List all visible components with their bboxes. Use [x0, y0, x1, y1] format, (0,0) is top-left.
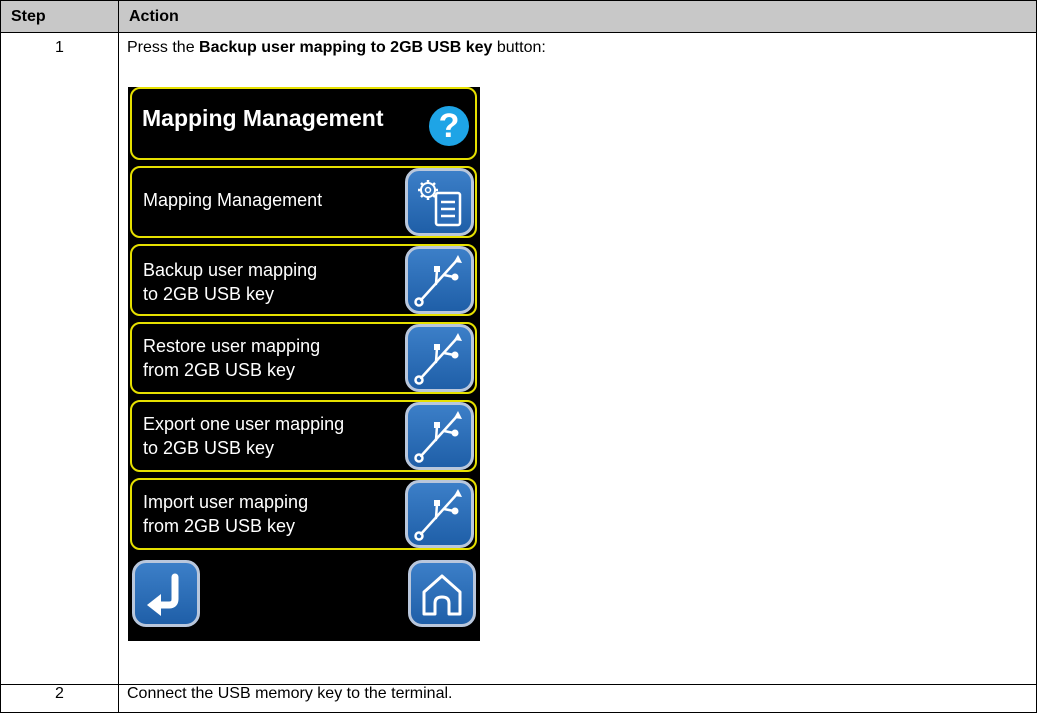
menu-item-label-line2: from 2GB USB key	[143, 516, 296, 536]
step-action: Connect the USB memory key to the termin…	[118, 684, 1037, 713]
settings-list-icon	[418, 180, 462, 227]
screen-header: Mapping Management ?	[130, 87, 477, 160]
mapping-management-button[interactable]	[405, 168, 474, 236]
action-text-suffix: button:	[492, 39, 546, 56]
home-icon	[422, 574, 462, 616]
question-icon[interactable]: ?	[429, 106, 469, 146]
import-usb-button[interactable]	[405, 480, 474, 548]
menu-item-export[interactable]: Export one user mapping to 2GB USB key	[130, 400, 477, 472]
terminal-screen: Mapping Management ? Mapping Management	[128, 87, 480, 641]
table-header-row: Step Action	[0, 0, 1037, 33]
menu-item-label-line1: Backup user mapping	[143, 260, 318, 280]
menu-item-label-line1: Restore user mapping	[143, 336, 321, 356]
menu-item-backup[interactable]: Backup user mapping to 2GB USB key	[130, 244, 477, 316]
restore-usb-button[interactable]	[405, 324, 474, 392]
back-button[interactable]	[132, 560, 200, 627]
usb-icon	[414, 489, 462, 541]
home-button[interactable]	[408, 560, 476, 627]
step-number: 2	[0, 684, 119, 713]
usb-icon	[414, 411, 462, 463]
action-text-bold: Backup user mapping to 2GB USB key	[199, 39, 493, 56]
usb-icon	[414, 255, 462, 307]
menu-item-mapping-management[interactable]: Mapping Management	[130, 166, 477, 238]
menu-item-label-line1: Export one user mapping	[143, 414, 345, 434]
menu-item-label-line2: to 2GB USB key	[143, 284, 275, 304]
step-number: 1	[0, 32, 119, 685]
backup-usb-button[interactable]	[405, 246, 474, 314]
menu-item-label-line2: to 2GB USB key	[143, 438, 275, 458]
return-arrow-icon	[147, 573, 179, 616]
table-row: 2 Connect the USB memory key to the term…	[0, 684, 1037, 713]
menu-item-restore[interactable]: Restore user mapping from 2GB USB key	[130, 322, 477, 394]
header-step: Step	[0, 0, 119, 33]
action-text-prefix: Press the	[127, 39, 200, 56]
usb-icon	[414, 333, 462, 385]
header-action: Action	[118, 0, 1037, 33]
menu-item-label-line2: from 2GB USB key	[143, 360, 296, 380]
export-usb-button[interactable]	[405, 402, 474, 470]
menu-item-label-line1: Import user mapping	[143, 492, 309, 512]
screen-title: Mapping Management	[142, 105, 384, 131]
menu-item-label: Mapping Management	[143, 190, 323, 210]
menu-item-import[interactable]: Import user mapping from 2GB USB key	[130, 478, 477, 550]
